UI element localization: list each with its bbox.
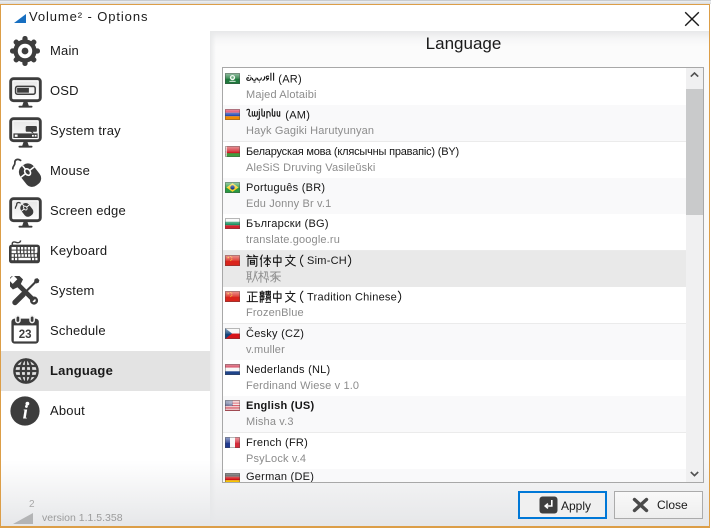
svg-text:23: 23 [19,329,32,341]
svg-text:i: i [23,402,29,423]
